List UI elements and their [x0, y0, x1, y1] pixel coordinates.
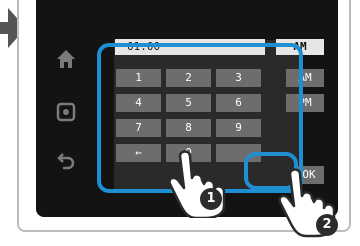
- home-icon[interactable]: [54, 47, 78, 71]
- pointer-arrow: [0, 8, 26, 48]
- settings-icon[interactable]: [54, 100, 78, 124]
- step-1-badge: 1: [200, 188, 222, 210]
- step-2-badge: 2: [316, 214, 338, 236]
- back-icon[interactable]: [54, 148, 78, 172]
